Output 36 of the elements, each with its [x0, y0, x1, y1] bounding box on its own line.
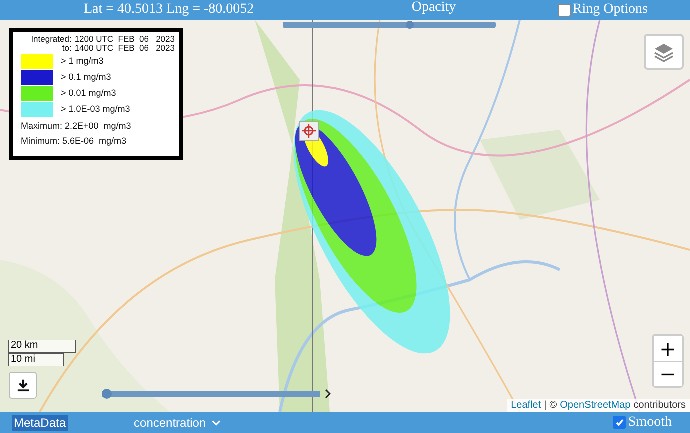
time-slider[interactable]: [102, 389, 320, 399]
opacity-thumb[interactable]: [406, 21, 414, 29]
legend-entry: > 1 mg/m3: [61, 56, 104, 66]
coordinates-readout: Lat = 40.5013 Lng = -80.0052: [84, 2, 256, 18]
legend-entry: > 0.1 mg/m3: [61, 72, 112, 82]
legend-time: 1200 UTC FEB 06 2023: [74, 35, 175, 44]
legend-time: 1400 UTC FEB 06 2023: [74, 44, 175, 53]
openstreetmap-link[interactable]: OpenStreetMap: [560, 400, 631, 411]
smooth-label: Smooth: [628, 414, 672, 430]
legend-entry: > 0.01 mg/m3: [61, 88, 116, 98]
legend-label: Integrated:: [31, 35, 72, 44]
legend-entry: > 1.0E-03 mg/m3: [61, 104, 130, 114]
layers-button[interactable]: [644, 34, 684, 70]
copyright-sign: ©: [550, 400, 558, 411]
attribution-text: contributors: [634, 400, 686, 411]
legend-label: to:: [62, 44, 72, 53]
metadata-button[interactable]: MetaData: [12, 414, 68, 430]
leaflet-link[interactable]: Leaflet: [511, 400, 542, 411]
download-button[interactable]: [9, 372, 37, 399]
scale-bar: 10 mi: [8, 353, 64, 366]
legend-maximum: Maximum: 2.2E+00 mg/m3: [21, 121, 132, 132]
field-dropdown[interactable]: concentration: [132, 414, 224, 432]
opacity-slider[interactable]: [283, 21, 496, 29]
zoom-out-button[interactable]: −: [654, 361, 682, 386]
smooth-checkbox[interactable]: [613, 416, 626, 429]
time-slider-thumb[interactable]: [102, 389, 112, 399]
ring-options-checkbox[interactable]: [558, 4, 571, 16]
download-icon: [16, 379, 30, 392]
target-icon[interactable]: [299, 121, 319, 141]
opacity-label: Opacity: [412, 0, 456, 17]
chevron-right-icon[interactable]: [325, 389, 331, 399]
ring-options-label: Ring Options: [572, 2, 648, 18]
legend-minimum: Minimum: 5.6E-06 mg/m3: [21, 136, 128, 147]
attribution-separator: |: [544, 400, 547, 411]
chevron-down-icon: [212, 420, 222, 426]
scale-bar: 20 km: [8, 340, 76, 353]
